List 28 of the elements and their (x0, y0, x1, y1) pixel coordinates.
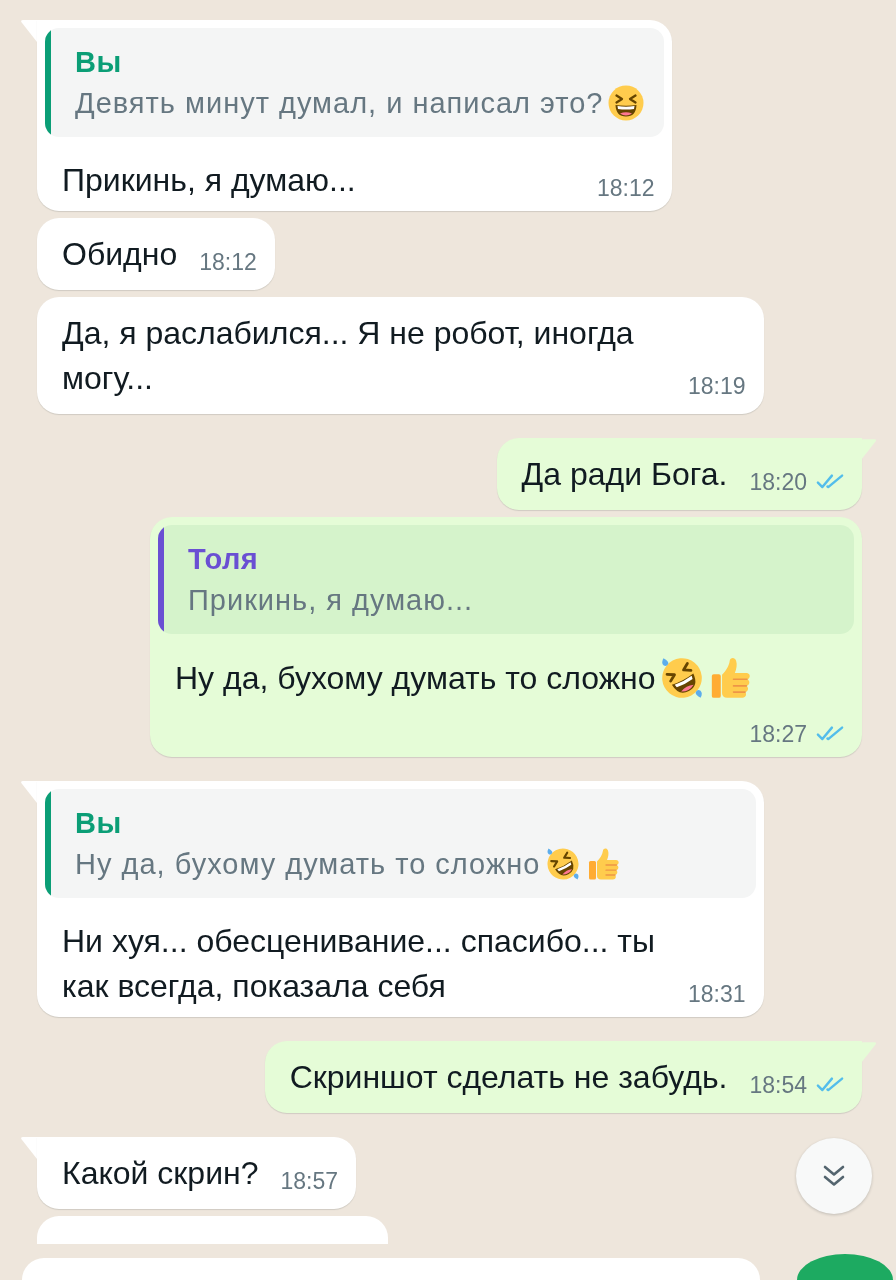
reply-text: Прикинь, я думаю... (188, 584, 474, 616)
message-text: Ни хуя... обесценивание... спасибо... ты как всегда, показала себя (62, 922, 656, 1006)
reply-quote[interactable]: Вы Ну да, бухому думать то сложно (45, 789, 756, 898)
reply-author: Толя (188, 542, 260, 577)
message-time: 18:54 (749, 1071, 807, 1100)
message-text: Прикинь, я думаю... (62, 161, 356, 200)
double-chevron-down-icon (822, 1165, 846, 1187)
reply-author: Вы (75, 45, 123, 80)
message-time: 18:12 (596, 174, 655, 203)
reply-text: Ну да, бухому думать то сложно (75, 848, 541, 880)
message-text: Скриншот сделать не забудь. (289, 1058, 728, 1097)
message-time: 18:20 (749, 468, 807, 497)
message-text: Да ради Бога. (521, 455, 728, 494)
message-text: Да, я раслабился... Я не робот, иногда могу... (62, 314, 635, 398)
message-time: 18:19 (688, 372, 746, 401)
reply-quote[interactable]: Вы Девять минут думал, и написал это? (45, 28, 665, 137)
message-time: 18:27 (749, 720, 807, 749)
message-time: 18:31 (688, 980, 746, 1009)
reply-quote[interactable]: Толя Прикинь, я думаю... (158, 525, 854, 634)
message-text: Ну да, бухому думать то сложно (175, 659, 656, 698)
message-time: 18:12 (199, 248, 257, 277)
message-time: 18:57 (280, 1167, 339, 1196)
reply-text: Девять минут думал, и написал это? (75, 87, 604, 119)
message-text: Обидно (62, 235, 178, 274)
scroll-down-button[interactable] (796, 1138, 872, 1214)
message-input-field[interactable] (22, 1258, 760, 1280)
message-text: Какой скрин? (62, 1154, 259, 1193)
reply-author: Вы (75, 806, 123, 841)
